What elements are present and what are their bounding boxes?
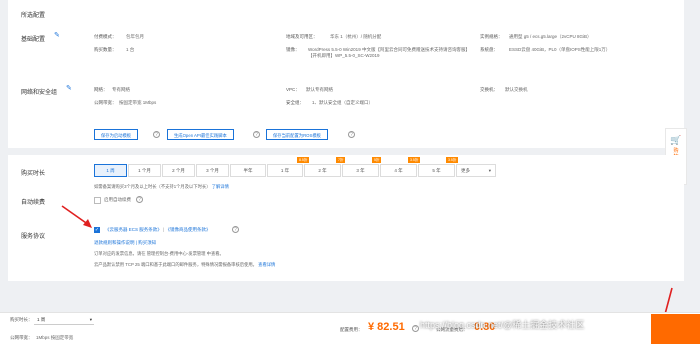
config-fee-label: 配置费用： xyxy=(340,327,363,332)
help-icon[interactable]: ? xyxy=(412,325,419,332)
bottom-duration-select[interactable]: 1 周 ▾ xyxy=(34,314,94,325)
bottom-duration-value: 1 周 xyxy=(37,317,46,322)
watermark: https://blog.csdn.net/@稀土掘金技术社区 xyxy=(420,320,585,330)
confirm-order-button[interactable] xyxy=(651,314,700,344)
bottom-duration-label: 购买时长： xyxy=(10,317,33,322)
annotation-arrows xyxy=(61,205,673,324)
annotation-arrow-line xyxy=(61,205,90,226)
annotation-arrow-head xyxy=(83,219,92,228)
bottom-bandwidth-value: 1Mbps 按固定带宽 xyxy=(36,335,74,340)
config-fee-value: ¥ 82.51 xyxy=(368,321,405,333)
chevron-down-icon: ▾ xyxy=(89,317,92,322)
bottom-bandwidth-label: 公网带宽： xyxy=(10,335,33,340)
